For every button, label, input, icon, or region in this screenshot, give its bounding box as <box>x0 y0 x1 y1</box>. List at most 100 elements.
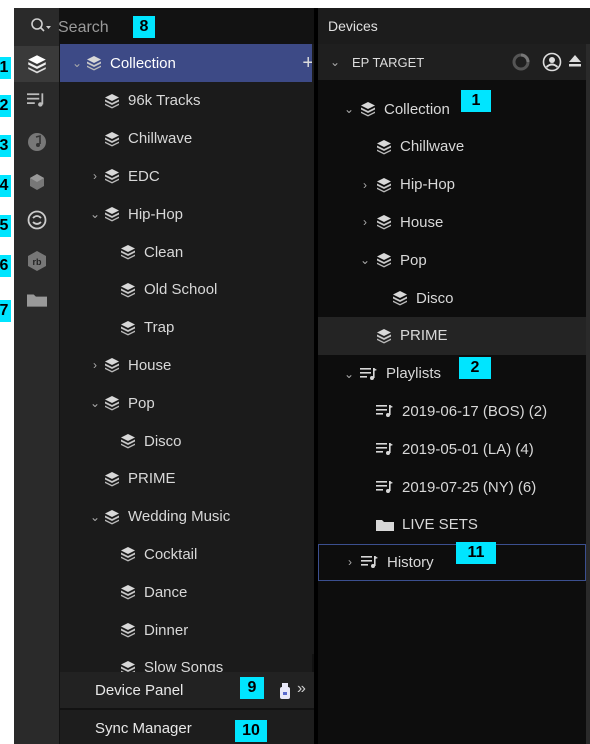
crate-icon <box>104 509 120 525</box>
row-label: 96k Tracks <box>128 92 201 110</box>
browser-row[interactable]: › EDC <box>60 157 312 195</box>
device-row[interactable]: ⌄ Pop <box>318 241 590 279</box>
chevron-right-icon[interactable]: › <box>358 178 372 192</box>
crate-icon <box>104 93 120 109</box>
playlist-icon <box>376 442 394 456</box>
row-label: Playlists <box>386 365 442 383</box>
browser-row[interactable]: Cocktail <box>60 535 312 573</box>
serato-rail-icon[interactable] <box>14 202 59 238</box>
row-label: 2019-05-01 (LA) (4) <box>402 440 534 458</box>
crate-icon <box>104 395 120 411</box>
chevron-down-icon[interactable]: ⌄ <box>88 510 102 524</box>
chevron-down-icon[interactable]: ⌄ <box>88 207 102 221</box>
browser-row[interactable]: PRIME <box>60 460 312 498</box>
browser-row[interactable]: › House <box>60 346 312 384</box>
sync-manager-button[interactable]: Sync Manager <box>60 710 322 744</box>
collection-callout: 1 <box>461 90 491 112</box>
playlist-icon <box>376 480 394 494</box>
row-label: LIVE SETS <box>402 516 478 534</box>
crate-icon <box>120 660 136 672</box>
browser-row[interactable]: Dinner <box>60 611 312 649</box>
browser-row[interactable]: Dance <box>60 573 312 611</box>
search-input[interactable]: Search <box>58 19 109 37</box>
device-row[interactable]: ⌄Playlists+ <box>318 355 590 393</box>
device-row[interactable]: 2019-06-17 (BOS) (2) <box>318 392 590 430</box>
device-target-row[interactable]: ⌄ EP TARGET <box>318 44 586 80</box>
row-label: Dinner <box>144 621 189 639</box>
browser-row[interactable]: Clean <box>60 233 312 271</box>
row-label: Wedding Music <box>128 508 231 526</box>
history-row[interactable]: › History <box>318 543 586 581</box>
chevron-right-icon[interactable]: › <box>343 555 357 569</box>
device-row[interactable]: 2019-07-25 (NY) (6) <box>318 468 590 506</box>
crate-icon <box>120 282 136 298</box>
chevron-down-icon[interactable]: ⌄ <box>358 253 372 267</box>
row-label: Clean <box>144 243 184 261</box>
expand-panel-icon[interactable]: » <box>297 680 306 698</box>
device-row[interactable]: › House <box>318 203 590 241</box>
chevron-down-icon[interactable]: ⌄ <box>342 102 356 116</box>
chevron-down-icon[interactable]: ⌄ <box>342 367 356 381</box>
device-row[interactable]: ⌄Collection+ <box>318 90 590 128</box>
device-row[interactable]: › Hip-Hop <box>318 166 590 204</box>
row-label: History <box>387 553 434 571</box>
row-label: House <box>128 356 172 374</box>
device-row[interactable]: 2019-05-01 (LA) (4) <box>318 430 590 468</box>
row-label: Hip-Hop <box>128 205 184 223</box>
row-label: Dance <box>144 583 188 601</box>
playlist-icon <box>360 367 378 381</box>
usb-drive-icon[interactable] <box>279 682 291 704</box>
crate-icon <box>376 139 392 155</box>
screenshot-frame: rb Search ⌄ Collection + 96k Tracks Chillwav… <box>0 0 590 744</box>
search-bar[interactable]: Search <box>30 16 109 40</box>
browser-row[interactable]: Slow Songs <box>60 649 312 672</box>
browser-row[interactable]: Chillwave <box>60 120 312 158</box>
crate-icon <box>104 206 120 222</box>
browser-row[interactable]: Old School <box>60 271 312 309</box>
crate-icon <box>376 252 392 268</box>
row-label: Disco <box>416 289 454 307</box>
rekordbox-rail-icon[interactable]: rb <box>14 243 59 279</box>
collection-rail-icon[interactable] <box>14 46 59 82</box>
collection-row[interactable]: ⌄ Collection + <box>60 44 312 82</box>
chevron-right-icon[interactable]: › <box>358 215 372 229</box>
browser-row[interactable]: ⌄ Pop <box>60 384 312 422</box>
account-icon[interactable] <box>542 52 562 75</box>
rail-callout-2: 2 <box>0 95 11 117</box>
playlists-callout: 2 <box>459 357 491 379</box>
device-panel-button[interactable]: Device Panel » <box>60 672 322 708</box>
row-label: Slow Songs <box>144 659 224 672</box>
playlist-icon <box>361 555 379 569</box>
chevron-down-icon[interactable]: ⌄ <box>70 56 84 70</box>
row-label: Hip-Hop <box>400 176 456 194</box>
chevron-down-icon[interactable]: ⌄ <box>330 55 344 69</box>
eject-icon[interactable] <box>568 54 582 71</box>
browser-row[interactable]: ⌄ Wedding Music <box>60 498 312 536</box>
device-row[interactable]: Chillwave <box>318 128 590 166</box>
music-rail-icon[interactable] <box>14 124 59 160</box>
row-label: Trap <box>144 319 175 337</box>
engine-library-rail-icon[interactable] <box>14 164 59 200</box>
sync-manager-label: Sync Manager <box>95 719 192 737</box>
browser-row[interactable]: 96k Tracks <box>60 82 312 120</box>
browser-row[interactable]: Disco <box>60 422 312 460</box>
crate-icon <box>120 320 136 336</box>
chevron-right-icon[interactable]: › <box>88 169 102 183</box>
browser-row[interactable]: ⌄ Hip-Hop <box>60 195 312 233</box>
chevron-right-icon[interactable]: › <box>88 358 102 372</box>
devices-scroll-edge <box>586 44 590 744</box>
device-row[interactable]: PRIME+ <box>318 316 590 355</box>
folder-rail-icon[interactable] <box>14 282 59 318</box>
add-crate-button[interactable]: + <box>302 52 312 75</box>
search-icon[interactable] <box>30 17 52 40</box>
device-row[interactable]: Disco <box>318 279 590 317</box>
playlists-rail-icon[interactable] <box>14 82 59 118</box>
svg-text:rb: rb <box>32 257 42 267</box>
chevron-down-icon[interactable]: ⌄ <box>88 396 102 410</box>
engine-prime-app: rb Search ⌄ Collection + 96k Tracks Chillwav… <box>14 8 590 744</box>
browser-row[interactable]: Trap <box>60 309 312 347</box>
crate-icon <box>86 55 102 71</box>
left-rail: rb <box>14 8 59 744</box>
rail-callout-4: 4 <box>0 175 11 197</box>
device-row[interactable]: LIVE SETS <box>318 506 590 544</box>
